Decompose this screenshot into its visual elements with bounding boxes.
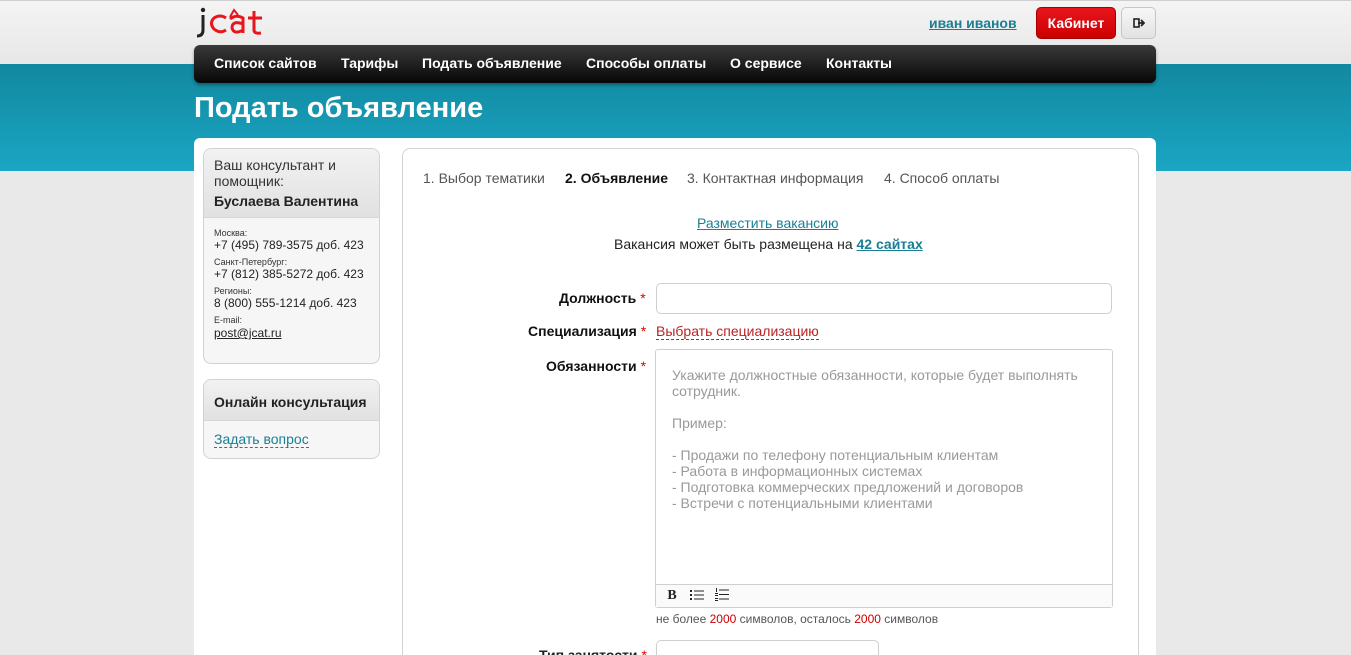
logout-icon — [1133, 18, 1145, 28]
nav-item-about[interactable]: О сервисе — [730, 55, 802, 71]
char-note-prefix: не более — [656, 612, 707, 626]
position-label: Должность * — [559, 290, 646, 306]
placeholder-intro-line-2: сотрудник. — [672, 383, 741, 399]
contact-label-spb: Санкт-Петербург: — [214, 257, 288, 267]
contact-label-email: E-mail: — [214, 315, 243, 325]
placeholder-line: - Встречи с потенциальными клиентами — [672, 495, 933, 511]
required-mark: * — [640, 323, 647, 339]
duties-label-text: Обязанности — [546, 358, 637, 374]
consultant-title: Ваш консультант и помощник: — [214, 157, 337, 189]
position-label-text: Должность — [559, 290, 637, 306]
jcat-logo[interactable] — [196, 2, 288, 40]
consultant-contacts: Москва: +7 (495) 789-3575 доб. 423 Санкт… — [204, 218, 379, 350]
contact-email-link[interactable]: post@jcat.ru — [214, 326, 282, 340]
required-mark: * — [640, 290, 646, 306]
ask-question-link[interactable]: Задать вопрос — [214, 432, 309, 448]
char-max: 2000 — [709, 612, 737, 626]
duties-label: Обязанности * — [546, 358, 646, 374]
numbered-list-button[interactable] — [714, 588, 730, 604]
online-consultation-header: Онлайн консультация — [204, 380, 379, 421]
specialization-label-text: Специализация — [528, 323, 637, 339]
contact-phone-moscow: +7 (495) 789-3575 доб. 423 — [214, 238, 364, 252]
contact-phone-spb: +7 (812) 385-5272 доб. 423 — [214, 267, 364, 281]
placeholder-line: - Подготовка коммерческих предложений и … — [672, 479, 1024, 495]
char-note-middle: символов, осталось — [739, 612, 851, 626]
nav-item-tariffs[interactable]: Тарифы — [341, 55, 398, 71]
duties-placeholder: Укажите должностные обязанности, которые… — [672, 367, 1092, 527]
page-title: Подать объявление — [194, 92, 484, 124]
character-limit-note: не более 2000 символов, осталось 2000 си… — [656, 612, 938, 626]
char-note-suffix: символов — [884, 612, 939, 626]
vacancy-note: Вакансия может быть размещена на 42 сайт… — [614, 236, 923, 252]
consultant-header: Ваш консультант и помощник: Буслаева Вал… — [204, 149, 379, 218]
employment-type-select[interactable] — [656, 640, 879, 655]
specialization-label: Специализация * — [528, 323, 646, 339]
position-input[interactable] — [656, 283, 1112, 314]
step-topic[interactable]: 1. Выбор тематики — [423, 170, 545, 186]
duties-editor[interactable]: Укажите должностные обязанности, которые… — [655, 349, 1113, 608]
step-contact-info[interactable]: 3. Контактная информация — [687, 170, 863, 186]
nav-item-contacts[interactable]: Контакты — [826, 55, 892, 71]
placeholder-example: Пример: — [672, 415, 727, 431]
main-navigation: Список сайтов Тарифы Подать объявление С… — [194, 45, 1156, 83]
required-mark: * — [640, 358, 647, 374]
online-consultation-card: Онлайн консультация Задать вопрос — [203, 379, 380, 459]
placeholder-intro-line-1: Укажите должностные обязанности, которые… — [672, 367, 1078, 383]
nav-item-sites[interactable]: Список сайтов — [214, 55, 317, 71]
vacancy-note-text: Вакансия может быть размещена на — [614, 236, 853, 252]
bold-button[interactable]: B — [664, 588, 680, 604]
consultant-name: Буслаева Валентина — [214, 193, 359, 209]
cabinet-button[interactable]: Кабинет — [1036, 7, 1116, 39]
sites-count-link[interactable]: 42 сайтах — [857, 236, 923, 252]
required-mark: * — [641, 647, 647, 655]
contact-label-regions: Регионы: — [214, 286, 252, 296]
numbered-list-icon — [715, 588, 729, 601]
nav-item-payment[interactable]: Способы оплаты — [586, 55, 706, 71]
logout-button[interactable] — [1121, 7, 1156, 39]
placeholder-line: - Работа в информационных системах — [672, 463, 923, 479]
employment-type-label-text: Тип занятости — [539, 647, 638, 655]
bullet-list-button[interactable] — [689, 588, 705, 604]
char-left: 2000 — [854, 612, 881, 626]
contact-label-moscow: Москва: — [214, 228, 248, 238]
bullet-list-icon — [690, 590, 704, 600]
step-payment[interactable]: 4. Способ оплаты — [884, 170, 999, 186]
online-consultation-title: Онлайн консультация — [214, 394, 367, 410]
post-vacancy-link[interactable]: Разместить вакансию — [697, 215, 839, 231]
choose-specialization-link[interactable]: Выбрать специализацию — [656, 324, 819, 340]
consultant-card: Ваш консультант и помощник: Буслаева Вал… — [203, 148, 380, 364]
nav-item-post-ad[interactable]: Подать объявление — [422, 55, 562, 71]
user-profile-link[interactable]: иван иванов — [929, 15, 1017, 31]
editor-toolbar: B — [656, 584, 1112, 607]
step-ad: 2. Объявление — [565, 170, 669, 186]
placeholder-line: - Продажи по телефону потенциальным клие… — [672, 447, 999, 463]
employment-type-label: Тип занятости * — [539, 647, 647, 655]
contact-phone-regions: 8 (800) 555-1214 доб. 423 — [214, 296, 357, 310]
